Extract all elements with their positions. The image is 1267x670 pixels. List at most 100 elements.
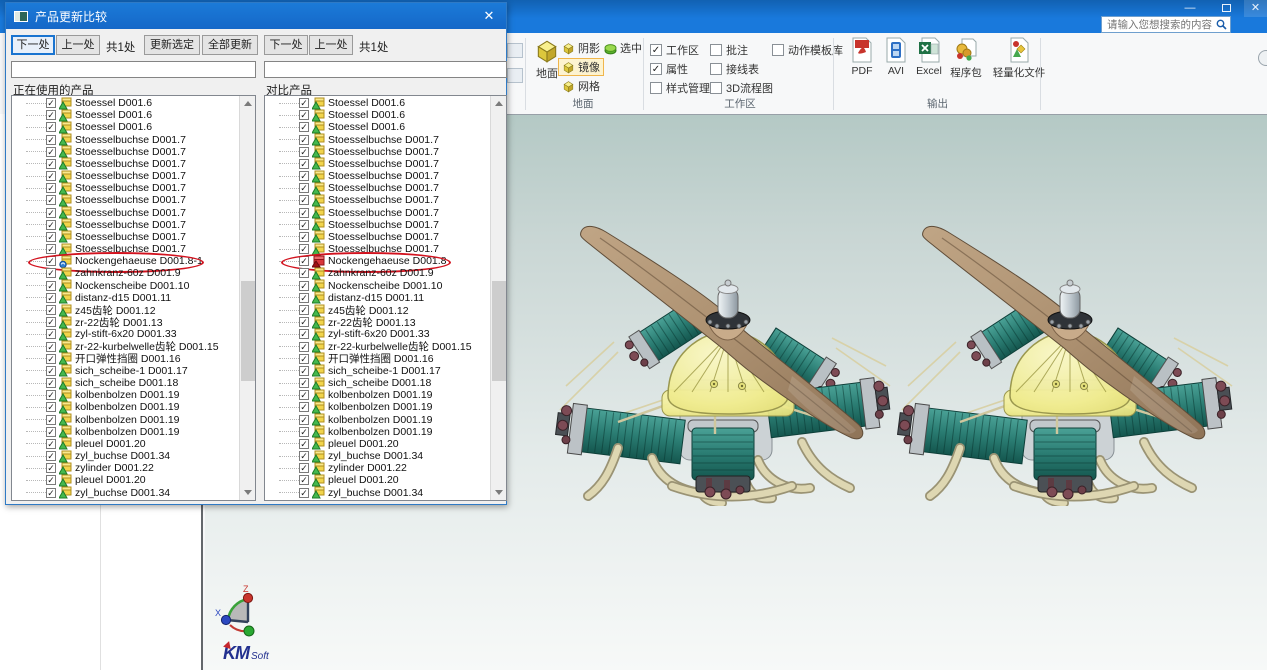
item-checkbox[interactable]: ✓ — [299, 439, 309, 449]
list-item[interactable]: ✓ Stoesselbuchse D001.7 — [12, 182, 239, 194]
ribbon-button-mirror[interactable]: 镜像 — [558, 58, 604, 76]
list-item[interactable]: ✓ kolbenbolzen D001.19 — [12, 413, 239, 425]
item-checkbox[interactable]: ✓ — [46, 195, 56, 205]
item-checkbox[interactable]: ✓ — [46, 293, 56, 303]
item-checkbox[interactable]: ✓ — [46, 439, 56, 449]
list-item[interactable]: ✓ Stoesselbuchse D001.7 — [12, 194, 239, 206]
item-checkbox[interactable]: ✓ — [46, 354, 56, 364]
item-checkbox[interactable]: ✓ — [46, 427, 56, 437]
item-checkbox[interactable]: ✓ — [46, 244, 56, 254]
list-item[interactable]: ✓ zr-22齿轮 D001.13 — [265, 316, 490, 328]
scroll-down-icon[interactable] — [240, 485, 256, 500]
list-item[interactable]: ✓ pleuel D001.20 — [265, 474, 490, 486]
item-checkbox[interactable]: ✓ — [46, 366, 56, 376]
item-checkbox[interactable]: ✓ — [299, 122, 309, 132]
item-checkbox[interactable]: ✓ — [46, 171, 56, 181]
item-checkbox[interactable]: ✓ — [46, 281, 56, 291]
minimize-button[interactable]: — — [1172, 0, 1208, 17]
list-item[interactable]: ✓ Stoesselbuchse D001.7 — [265, 158, 490, 170]
ribbon-checkbox[interactable]: 3D流程图 — [710, 80, 773, 96]
item-checkbox[interactable]: ✓ — [299, 390, 309, 400]
compare-product-list[interactable]: ✓ Stoessel D001.6✓ Stoessel D001.6✓ Stoe… — [264, 95, 507, 501]
scrollbar-left[interactable] — [239, 96, 255, 500]
list-item[interactable]: ✓ sich_scheibe-1 D001.17 — [265, 365, 490, 377]
item-checkbox[interactable]: ✓ — [46, 268, 56, 278]
item-checkbox[interactable]: ✓ — [299, 329, 309, 339]
partial-toolbar-button[interactable] — [507, 68, 523, 83]
list-item[interactable]: ✓ Stoesselbuchse D001.7 — [12, 207, 239, 219]
list-item[interactable]: ✓ pleuel D001.20 — [12, 474, 239, 486]
item-checkbox[interactable]: ✓ — [46, 451, 56, 461]
item-checkbox[interactable]: ✓ — [299, 475, 309, 485]
list-item[interactable]: ✓ kolbenbolzen D001.19 — [265, 426, 490, 438]
item-checkbox[interactable]: ✓ — [299, 159, 309, 169]
item-checkbox[interactable]: ✓ — [46, 147, 56, 157]
list-item[interactable]: ✓ Nockenscheibe D001.10 — [12, 280, 239, 292]
item-checkbox[interactable]: ✓ — [46, 342, 56, 352]
item-checkbox[interactable]: ✓ — [299, 147, 309, 157]
update-all-button[interactable]: 全部更新 — [202, 35, 258, 55]
list-item[interactable]: ✓ 开口弹性挡圈 D001.16 — [265, 353, 490, 365]
list-item[interactable]: ✓ zr-22齿轮 D001.13 — [12, 316, 239, 328]
output-button-程序包[interactable]: 程序包 — [946, 37, 986, 80]
close-button[interactable]: ✕ — [1244, 0, 1267, 17]
list-item[interactable]: ✓ Stoesselbuchse D001.7 — [12, 243, 239, 255]
filter-input-left[interactable] — [11, 61, 256, 78]
orientation-triad[interactable]: Z X — [215, 583, 265, 641]
search-input[interactable] — [1105, 18, 1216, 32]
list-item[interactable]: ✓ Stoesselbuchse D001.7 — [265, 219, 490, 231]
item-checkbox[interactable]: ✓ — [299, 98, 309, 108]
item-checkbox[interactable]: ✓ — [46, 463, 56, 473]
prev-diff-button-right[interactable]: 上一处 — [309, 35, 353, 55]
engine-model-compare[interactable] — [894, 180, 1246, 506]
item-checkbox[interactable]: ✓ — [299, 378, 309, 388]
output-button-excel[interactable]: Excel — [912, 37, 946, 77]
item-checkbox[interactable]: ✓ — [46, 390, 56, 400]
item-checkbox[interactable]: ✓ — [299, 451, 309, 461]
list-item[interactable]: ✓ Stoessel D001.6 — [265, 121, 490, 133]
list-item[interactable]: ✓ zahnkranz-60z D001.9 — [265, 267, 490, 279]
item-checkbox[interactable]: ✓ — [46, 159, 56, 169]
update-selected-button[interactable]: 更新选定 — [144, 35, 200, 55]
current-product-list[interactable]: ✓ Stoessel D001.6✓ Stoessel D001.6✓ Stoe… — [11, 95, 256, 501]
list-item[interactable]: ✓ Stoesselbuchse D001.7 — [265, 134, 490, 146]
item-checkbox[interactable]: ✓ — [299, 317, 309, 327]
next-diff-button-right[interactable]: 下一处 — [264, 35, 308, 55]
list-item[interactable]: ✓ Stoesselbuchse D001.7 — [12, 170, 239, 182]
item-checkbox[interactable]: ✓ — [299, 171, 309, 181]
list-item[interactable]: ✓ Stoesselbuchse D001.7 — [12, 158, 239, 170]
item-checkbox[interactable]: ✓ — [299, 366, 309, 376]
ribbon-checkbox[interactable]: ✓属性 — [650, 61, 688, 77]
ribbon-checkbox[interactable]: ✓工作区 — [650, 42, 699, 58]
list-item[interactable]: ✓ Nockenscheibe D001.10 — [265, 280, 490, 292]
scroll-thumb[interactable] — [492, 281, 506, 381]
item-checkbox[interactable]: ✓ — [299, 232, 309, 242]
ribbon-checkbox[interactable]: 批注 — [710, 42, 748, 58]
item-checkbox[interactable]: ✓ — [46, 475, 56, 485]
item-checkbox[interactable]: ✓ — [46, 378, 56, 388]
item-checkbox[interactable]: ✓ — [299, 135, 309, 145]
prev-diff-button-left[interactable]: 上一处 — [56, 35, 100, 55]
item-checkbox[interactable]: ✓ — [46, 122, 56, 132]
list-item[interactable]: ✓ Stoessel D001.6 — [12, 121, 239, 133]
list-item[interactable]: ✓ Stoessel D001.6 — [12, 97, 239, 109]
output-button-pdf[interactable]: PDF — [845, 37, 879, 77]
dialog-titlebar[interactable]: 产品更新比较 ✕ — [6, 3, 506, 29]
item-checkbox[interactable]: ✓ — [299, 415, 309, 425]
list-item[interactable]: ✓ zyl_buchse D001.34 — [12, 450, 239, 462]
item-checkbox[interactable]: ✓ — [46, 208, 56, 218]
item-checkbox[interactable]: ✓ — [299, 195, 309, 205]
filter-input-right[interactable] — [264, 61, 507, 78]
list-item[interactable]: ✓ kolbenbolzen D001.19 — [12, 426, 239, 438]
list-item[interactable]: ✓ 开口弹性挡圈 D001.16 — [12, 353, 239, 365]
list-item[interactable]: ✓ Stoesselbuchse D001.7 — [265, 207, 490, 219]
item-checkbox[interactable]: ✓ — [46, 329, 56, 339]
list-item[interactable]: ✓ kolbenbolzen D001.19 — [265, 389, 490, 401]
item-checkbox[interactable]: ✓ — [46, 402, 56, 412]
list-item[interactable]: ✓ kolbenbolzen D001.19 — [265, 413, 490, 425]
list-item[interactable]: ✓ Stoesselbuchse D001.7 — [12, 134, 239, 146]
list-item[interactable]: ✓ Stoesselbuchse D001.7 — [12, 219, 239, 231]
dialog-close-button[interactable]: ✕ — [480, 8, 498, 24]
list-item[interactable]: ✓ Stoesselbuchse D001.7 — [265, 194, 490, 206]
list-item[interactable]: ✓ kolbenbolzen D001.19 — [265, 401, 490, 413]
